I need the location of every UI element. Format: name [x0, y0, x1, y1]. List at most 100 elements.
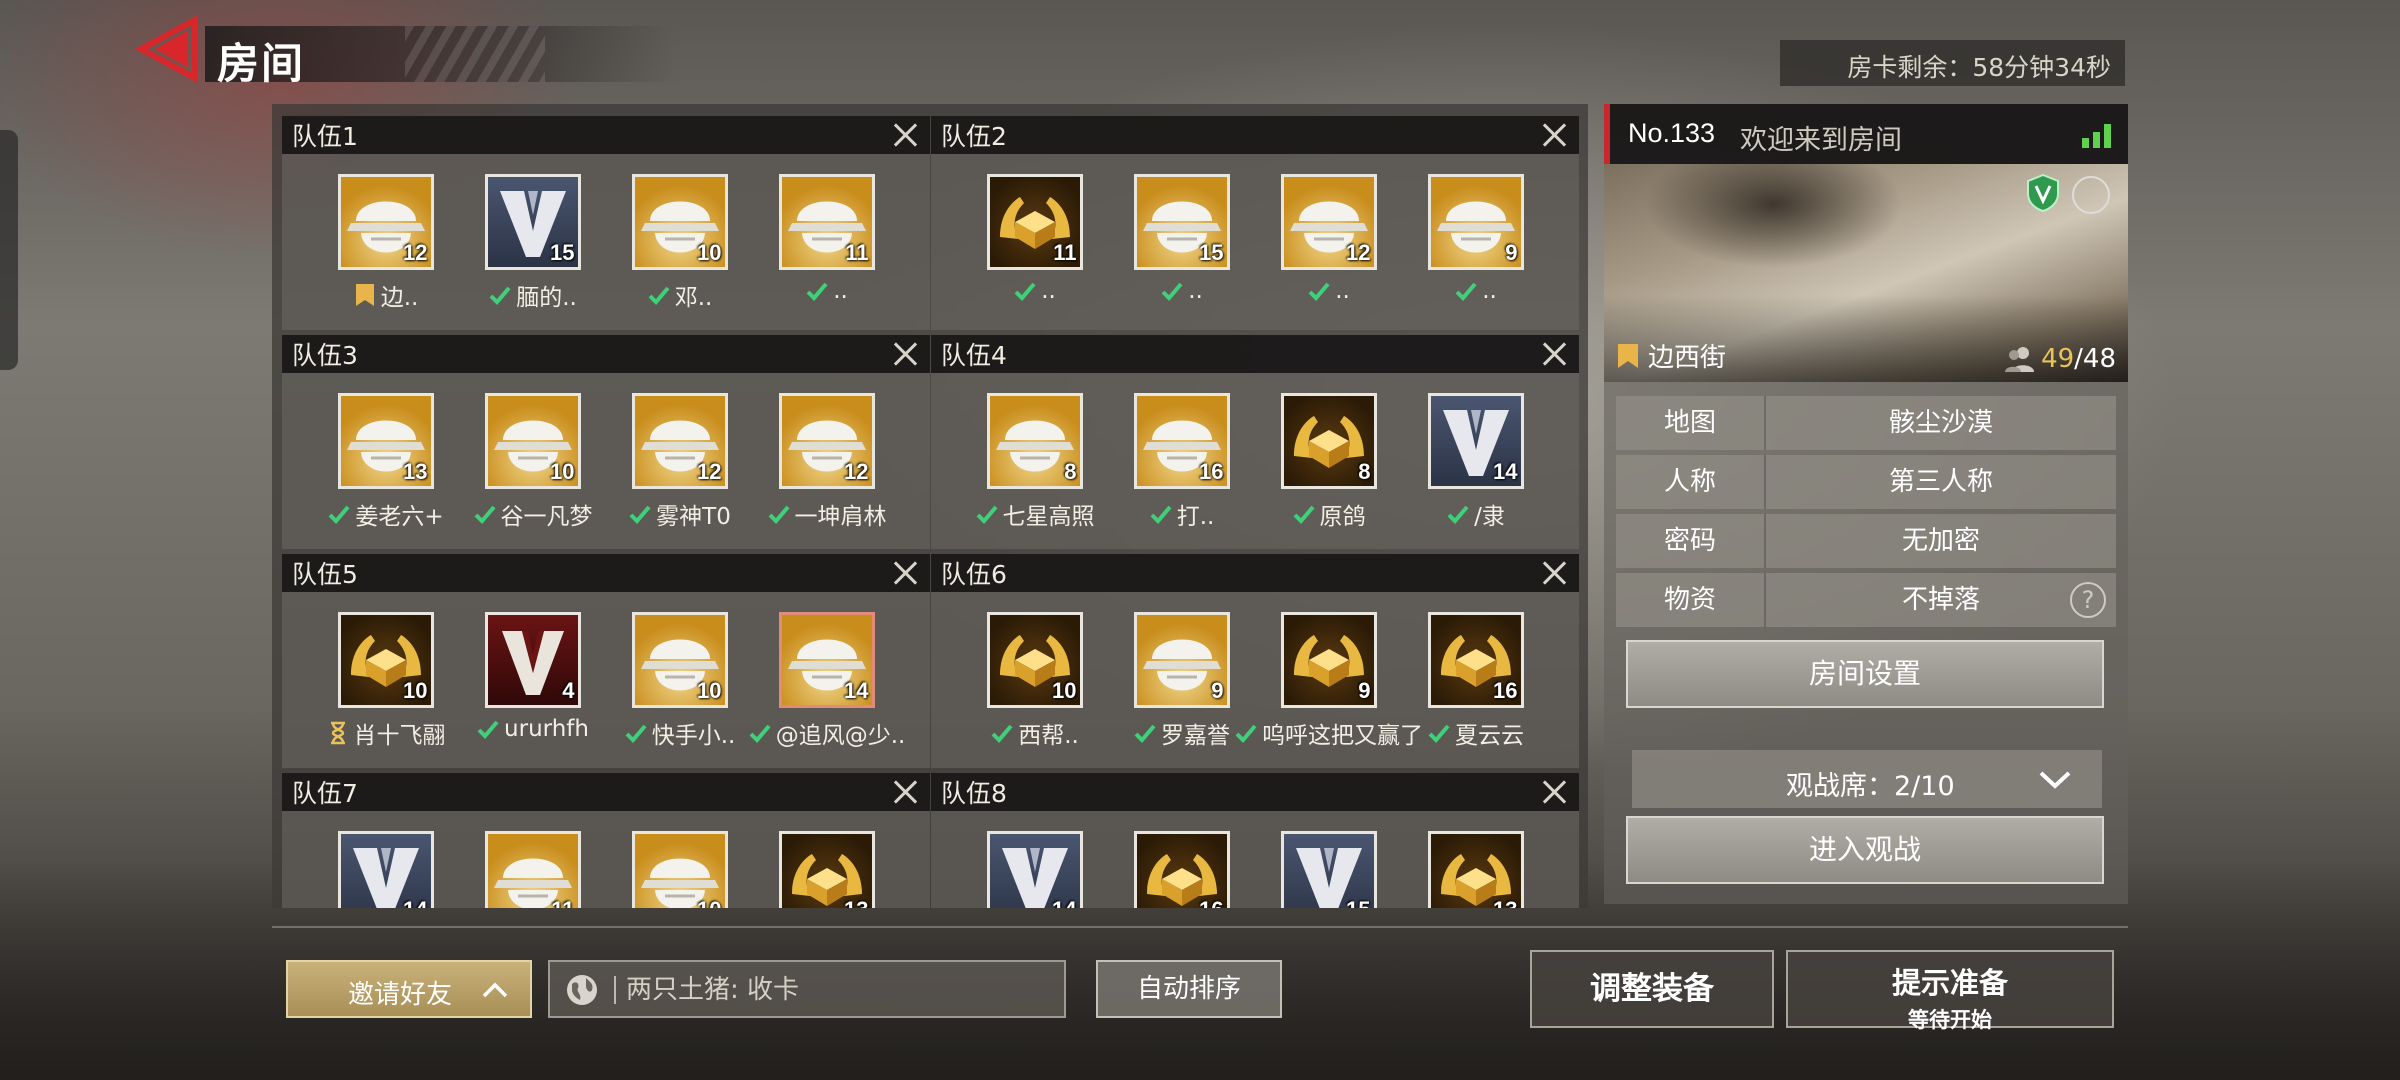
close-icon[interactable] — [1539, 339, 1569, 369]
player-slot[interactable]: 8 原鸽 — [1259, 393, 1399, 531]
player-avatar[interactable]: 12 — [1280, 174, 1377, 270]
player-slot[interactable]: 11.. — [965, 174, 1105, 304]
check-icon — [1235, 724, 1257, 743]
player-slot[interactable]: 9.. — [1406, 174, 1546, 304]
player-name: .. — [1041, 278, 1056, 304]
invite-friends-button[interactable]: 邀请好友 — [286, 960, 532, 1018]
team-header: 队伍2 — [931, 116, 1579, 154]
player-slot[interactable]: 12 一坤肩林 — [757, 393, 897, 531]
player-level: 11 — [845, 240, 869, 265]
player-avatar[interactable]: 14 — [337, 831, 434, 908]
adjust-equipment-button[interactable]: 调整装备 — [1530, 950, 1774, 1028]
player-slot[interactable]: 12 雾神T0 — [610, 393, 750, 531]
check-icon — [328, 505, 350, 524]
player-slot[interactable]: 4 ururhfh — [463, 612, 603, 750]
player-avatar[interactable]: 4 — [484, 612, 581, 708]
player-avatar[interactable]: 15 — [484, 174, 581, 270]
auto-sort-button[interactable]: 自动排序 — [1096, 960, 1282, 1018]
player-avatar[interactable]: 13 — [1427, 831, 1524, 908]
player-avatar[interactable]: 8 — [1280, 393, 1377, 489]
player-avatar[interactable]: 10 — [631, 831, 728, 908]
globe-icon[interactable] — [564, 972, 600, 1008]
player-slot[interactable]: 10 西帮.. — [965, 612, 1105, 750]
player-avatar[interactable]: 12 — [778, 393, 875, 489]
side-drawer-handle[interactable] — [0, 130, 18, 370]
player-avatar[interactable]: 10 — [986, 612, 1083, 708]
player-avatar[interactable]: 16 — [1133, 393, 1230, 489]
player-slot[interactable]: 10 谷一凡梦 — [463, 393, 603, 531]
player-slot[interactable]: 10 邓.. — [610, 174, 750, 312]
player-slot[interactable]: 12 边.. — [316, 174, 456, 312]
player-slot[interactable]: 13 姜老六+ — [316, 393, 456, 531]
player-slot[interactable]: 16 夏云云 — [1406, 612, 1546, 750]
player-avatar[interactable]: 14 — [1427, 393, 1524, 489]
player-slot[interactable]: 15 — [1259, 831, 1399, 908]
player-avatar[interactable]: 10 — [631, 612, 728, 708]
player-avatar[interactable]: 10 — [484, 393, 581, 489]
player-slot[interactable]: 12.. — [1259, 174, 1399, 304]
player-slot[interactable]: 14 @追风@少.. — [749, 612, 905, 750]
player-avatar[interactable]: 8 — [986, 393, 1083, 489]
player-avatar[interactable]: 11 — [778, 174, 875, 270]
player-slot[interactable]: 10 肖十飞翮 — [316, 612, 456, 750]
spectator-select[interactable]: 观战席：2/10 — [1632, 750, 2102, 808]
check-icon — [806, 282, 828, 301]
player-avatar[interactable]: 12 — [337, 174, 434, 270]
player-slot[interactable]: 15 腼的.. — [463, 174, 603, 312]
player-avatar[interactable]: 9 — [1280, 612, 1377, 708]
player-slot[interactable]: 10 — [610, 831, 750, 908]
player-avatar[interactable]: 16 — [1427, 612, 1524, 708]
player-slot[interactable]: 14/隶 — [1406, 393, 1546, 531]
room-card-icon[interactable] — [2072, 176, 2110, 214]
player-avatar[interactable]: 10 — [337, 612, 434, 708]
player-slot[interactable]: 16 — [1112, 831, 1252, 908]
team-name: 队伍1 — [292, 122, 358, 151]
player-avatar[interactable]: 10 — [631, 174, 728, 270]
player-slot[interactable]: 16 打.. — [1112, 393, 1252, 531]
close-icon[interactable] — [1539, 120, 1569, 150]
player-slot[interactable]: 14 — [316, 831, 456, 908]
player-avatar[interactable]: 11 — [986, 174, 1083, 270]
player-avatar[interactable]: 11 — [484, 831, 581, 908]
player-slot[interactable]: 9 呜呼这把又赢了 — [1235, 612, 1423, 750]
player-avatar[interactable]: 16 — [1133, 831, 1230, 908]
player-avatar[interactable]: 15 — [1280, 831, 1377, 908]
player-slot[interactable]: 11.. — [757, 174, 897, 312]
close-icon[interactable] — [890, 558, 920, 588]
close-icon[interactable] — [890, 777, 920, 807]
player-slot[interactable]: 13 — [757, 831, 897, 908]
room-settings-button[interactable]: 房间设置 — [1626, 640, 2104, 708]
enter-spectate-button[interactable]: 进入观战 — [1626, 816, 2104, 884]
check-icon — [1455, 282, 1477, 301]
help-icon[interactable]: ? — [2070, 582, 2106, 618]
players-icon — [2005, 347, 2035, 372]
player-avatar[interactable]: 14 — [986, 831, 1083, 908]
remind-ready-button[interactable]: 提示准备 等待开始 — [1786, 950, 2114, 1032]
close-icon[interactable] — [890, 120, 920, 150]
player-count: 49 /48 — [2005, 344, 2116, 374]
player-slot[interactable]: 14 — [965, 831, 1105, 908]
close-icon[interactable] — [890, 339, 920, 369]
check-icon — [477, 720, 499, 739]
player-avatar[interactable]: 9 — [1427, 174, 1524, 270]
player-avatar[interactable]: 15 — [1133, 174, 1230, 270]
player-avatar[interactable]: 14 — [778, 612, 875, 708]
close-icon[interactable] — [1539, 777, 1569, 807]
player-avatar[interactable]: 12 — [631, 393, 728, 489]
player-slot[interactable]: 11 — [463, 831, 603, 908]
player-slot[interactable]: 15.. — [1112, 174, 1252, 304]
chat-input[interactable] — [626, 970, 1046, 1010]
player-slot[interactable]: 8 七星高照 — [965, 393, 1105, 531]
back-button[interactable] — [134, 14, 205, 84]
close-icon[interactable] — [1539, 558, 1569, 588]
player-avatar[interactable]: 13 — [778, 831, 875, 908]
spectator-label: 观战席：2/10 — [1786, 771, 1955, 802]
player-slot[interactable]: 9 罗嘉誉 — [1112, 612, 1252, 750]
player-slot[interactable]: 13 — [1406, 831, 1546, 908]
page-title: 房间 — [217, 39, 306, 88]
player-avatar[interactable]: 9 — [1133, 612, 1230, 708]
check-icon — [489, 286, 511, 305]
player-slot[interactable]: 10 快手小.. — [610, 612, 750, 750]
player-avatar[interactable]: 13 — [337, 393, 434, 489]
player-level: 9 — [1505, 240, 1518, 265]
